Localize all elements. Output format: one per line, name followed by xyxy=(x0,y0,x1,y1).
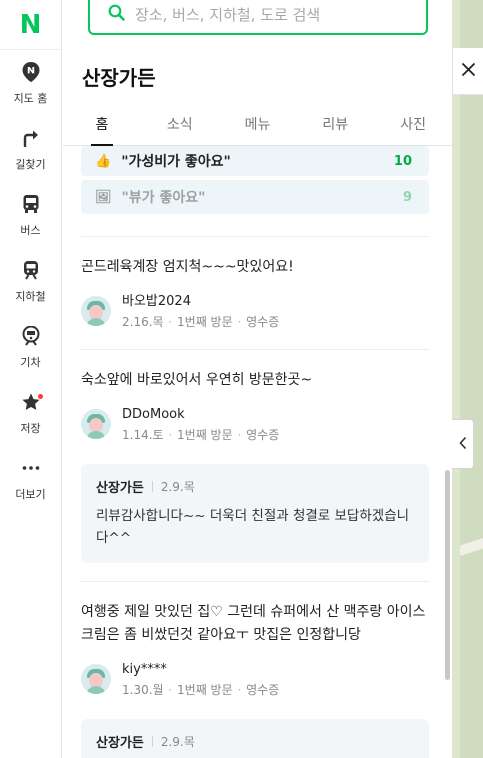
divider xyxy=(151,736,153,747)
bus-icon xyxy=(20,193,42,215)
review-item: 여행중 제일 맛있던 집♡ 그런데 슈퍼에서 산 맥주랑 아이스크림은 좀 비쌌… xyxy=(81,582,429,758)
visit-count: 1번째 방문 xyxy=(177,315,233,329)
home-content: 👍 "가성비가 좋아요" 10 🖼 "뷰가 좋아요" 9 곤드레육계장 엄지척~… xyxy=(81,146,429,758)
nav-directions[interactable]: 길찾기 xyxy=(0,116,61,182)
more-icon xyxy=(20,457,42,479)
notification-dot xyxy=(38,394,43,399)
avatar[interactable] xyxy=(81,296,111,326)
visit-count: 1번째 방문 xyxy=(177,683,233,697)
author-name[interactable]: kiy**** xyxy=(122,661,279,679)
tab-home[interactable]: 홈 xyxy=(63,108,141,146)
tab-news[interactable]: 소식 xyxy=(141,108,219,145)
nav-train[interactable]: 기차 xyxy=(0,314,61,380)
reply-date: 2.9.목 xyxy=(160,735,195,749)
author-name[interactable]: 바오밥2024 xyxy=(122,293,279,311)
review-item: 곤드레육계장 엄지척~~~맛있어요! 바오밥2024 2.16.목 · 1번째 … xyxy=(81,237,429,349)
nav-label: 저장 xyxy=(20,421,41,435)
review-text[interactable]: 숙소앞에 바로있어서 우연히 방문한곳~ xyxy=(81,369,429,392)
review-author: DDoMook 1.14.토 · 1번째 방문 · 영수증 xyxy=(81,406,429,444)
logo-mark[interactable]: N xyxy=(20,12,42,38)
nav-label: 길찾기 xyxy=(15,157,46,171)
nav-label: 지도 홈 xyxy=(13,91,48,105)
visit-date: 2.16.목 xyxy=(122,315,164,329)
keyword-count: 9 xyxy=(402,189,412,205)
reply-owner: 산장가든 xyxy=(96,481,144,496)
search-icon xyxy=(108,4,125,25)
tab-menu[interactable]: 메뉴 xyxy=(219,108,297,145)
search-input[interactable] xyxy=(135,5,405,24)
nav-map-home[interactable]: 지도 홈 xyxy=(0,50,61,116)
directions-icon xyxy=(20,127,42,149)
visit-date: 1.14.토 xyxy=(122,428,164,442)
visit-date: 1.30.월 xyxy=(122,683,164,697)
keyword-label: "가성비가 좋아요" xyxy=(121,154,231,170)
chevron-left-icon xyxy=(458,435,467,454)
owner-reply: 산장가든 2.9.목 리뷰감사합니다~~ 더욱더 친절과 청결로 보답하겠습니다… xyxy=(81,464,429,563)
nav-more[interactable]: 더보기 xyxy=(0,446,61,512)
nav-label: 버스 xyxy=(20,223,41,237)
keyword-stat[interactable]: 🖼 "뷰가 좋아요" 9 xyxy=(81,180,429,214)
keyword-label: "뷰가 좋아요" xyxy=(121,190,206,206)
place-panel: 산장가든 홈 소식 메뉴 리뷰 사진 👍 "가성비가 좋아요" 10 🖼 "뷰가… xyxy=(63,0,452,758)
nav-bus[interactable]: 버스 xyxy=(0,182,61,248)
divider xyxy=(151,481,153,492)
review-author: kiy**** 1.30.월 · 1번째 방문 · 영수증 xyxy=(81,661,429,699)
review-meta: 2.16.목 · 1번째 방문 · 영수증 xyxy=(122,315,280,329)
reply-owner: 산장가든 xyxy=(96,736,144,751)
naver-logo[interactable]: N xyxy=(0,0,61,50)
nav-label: 지하철 xyxy=(15,289,46,303)
review-text[interactable]: 여행중 제일 맛있던 집♡ 그런데 슈퍼에서 산 맥주랑 아이스크림은 좀 비쌌… xyxy=(81,601,429,647)
reply-date: 2.9.목 xyxy=(160,480,195,494)
map-pin-icon xyxy=(20,61,42,83)
nav-label: 기차 xyxy=(20,355,41,369)
nav-label: 더보기 xyxy=(15,487,46,501)
view-icon: 🖼 xyxy=(95,189,112,205)
avatar[interactable] xyxy=(81,664,111,694)
map-canvas[interactable] xyxy=(452,0,483,758)
tab-reviews[interactable]: 리뷰 xyxy=(296,108,374,145)
visit-count: 1번째 방문 xyxy=(177,428,233,442)
receipt-label: 영수증 xyxy=(246,315,280,329)
side-navigation: N 지도 홈 길찾기 버스 지하철 기차 저장 더보기 xyxy=(0,0,62,758)
search-box[interactable] xyxy=(88,0,428,35)
thumbs-up-icon: 👍 xyxy=(95,153,112,169)
nav-subway[interactable]: 지하철 xyxy=(0,248,61,314)
place-title: 산장가든 xyxy=(82,66,156,90)
reply-text: 리뷰감사합니다~~ 더욱더 친절과 청결로 보답하겠습니다^^ xyxy=(96,508,410,546)
review-author: 바오밥2024 2.16.목 · 1번째 방문 · 영수증 xyxy=(81,293,429,331)
review-item: 숙소앞에 바로있어서 우연히 방문한곳~ DDoMook 1.14.토 · 1번… xyxy=(81,350,429,581)
owner-reply: 산장가든 2.9.목 xyxy=(81,719,429,758)
place-tabs: 홈 소식 메뉴 리뷰 사진 xyxy=(63,108,452,146)
avatar[interactable] xyxy=(81,409,111,439)
close-icon xyxy=(461,62,476,81)
review-meta: 1.14.토 · 1번째 방문 · 영수증 xyxy=(122,428,280,442)
review-meta: 1.30.월 · 1번째 방문 · 영수증 xyxy=(122,683,280,697)
author-name[interactable]: DDoMook xyxy=(122,406,279,424)
close-panel-button[interactable] xyxy=(452,48,483,95)
receipt-label: 영수증 xyxy=(246,428,280,442)
receipt-label: 영수증 xyxy=(246,683,280,697)
subway-icon xyxy=(20,259,42,281)
tab-photos[interactable]: 사진 xyxy=(374,108,452,145)
nav-saved[interactable]: 저장 xyxy=(0,380,61,446)
keyword-count: 10 xyxy=(393,153,412,169)
collapse-panel-button[interactable] xyxy=(452,419,474,469)
review-text[interactable]: 곤드레육계장 엄지척~~~맛있어요! xyxy=(81,256,429,279)
panel-scrollbar[interactable] xyxy=(445,470,450,680)
train-icon xyxy=(20,325,42,347)
keyword-stat[interactable]: 👍 "가성비가 좋아요" 10 xyxy=(81,146,429,176)
